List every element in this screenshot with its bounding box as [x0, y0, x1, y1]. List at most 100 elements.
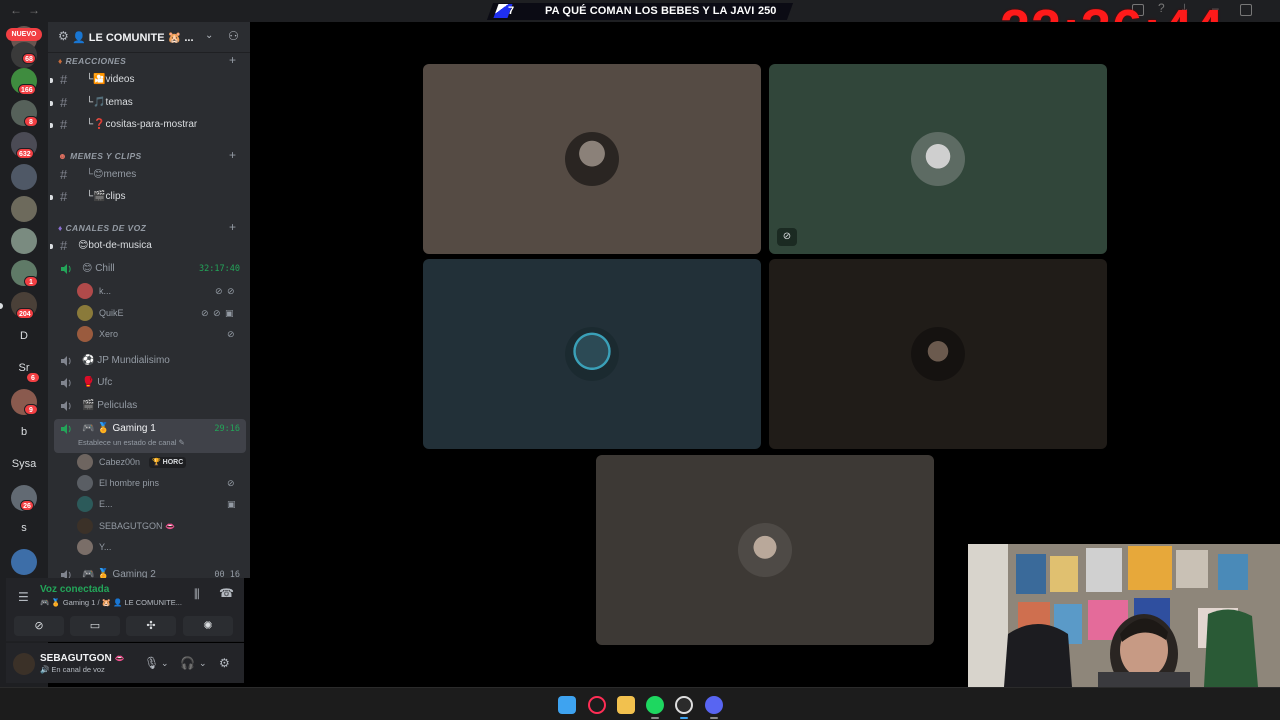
voice-connected-channel[interactable]: 🎮 🏅 Gaming 1 / 🐹 👤 LE COMUNITE...	[40, 598, 182, 607]
disconnect-icon[interactable]: ☎	[219, 586, 234, 600]
server-icon[interactable]	[11, 196, 37, 222]
headphones-icon[interactable]: 🎧	[180, 656, 195, 670]
gear-icon[interactable]: ⚙	[58, 29, 69, 43]
activity-icon: ▣	[227, 499, 236, 509]
voice-timer: 32:17:40	[199, 264, 240, 274]
hash-icon: #	[60, 95, 68, 110]
voice-user[interactable]: SEBAGUTGON 👄	[77, 516, 247, 536]
voice-channel-peliculas[interactable]: 🎬 Peliculas	[54, 396, 246, 416]
voice-channel-chill[interactable]: 😊 Chill 32:17:40	[54, 259, 246, 279]
voice-channel-gaming-2[interactable]: 🎮 🏅 Gaming 2 00 16	[54, 565, 246, 578]
channel-videos[interactable]: # └🎦videos	[50, 70, 246, 90]
participant-avatar	[565, 327, 619, 381]
speaker-icon	[61, 424, 71, 434]
opera-icon[interactable]	[588, 696, 606, 714]
speaker-icon	[61, 356, 71, 366]
deafened-icon: ⊘	[227, 286, 235, 296]
overlay-right-number: 250	[758, 5, 777, 17]
camera-off-icon: ⊘	[34, 620, 44, 632]
chevron-down-icon[interactable]: ⌄	[205, 30, 213, 41]
voice-channel-mundialisimo[interactable]: ⚽ JP Mundialisimo	[54, 351, 246, 371]
microphone-icon[interactable]: 🎙	[144, 656, 159, 670]
avatar	[77, 326, 93, 342]
windows-icon[interactable]	[558, 696, 576, 714]
avatar[interactable]	[13, 653, 35, 675]
activities-button[interactable]: ✣	[126, 616, 176, 636]
server-header[interactable]: ⚙ 👤 LE COMUNITE 🐹 ... ⌄ ⚇	[48, 22, 250, 53]
noise-suppression-icon[interactable]: ⫼	[194, 587, 200, 602]
maximize-icon[interactable]	[1240, 4, 1252, 16]
spotify-icon[interactable]	[646, 696, 664, 714]
mic-muted-icon: ⊘	[227, 478, 235, 488]
soundboard-button[interactable]: ✺	[183, 616, 233, 636]
username: SEBAGUTGON	[40, 653, 112, 664]
add-member-icon[interactable]: ⚇	[228, 29, 239, 43]
server-letter[interactable]: b	[8, 421, 40, 443]
category-reacciones[interactable]: ♦ REACCIONES	[58, 56, 126, 66]
webcam-image	[968, 544, 1280, 687]
participant-avatar	[911, 327, 965, 381]
nuevo-badge: NUEVO	[6, 28, 42, 41]
channel-bot-de-musica[interactable]: # 😊bot-de-musica	[50, 236, 246, 256]
mention-badge: 1	[24, 276, 38, 287]
participant-tile[interactable]	[423, 259, 761, 449]
voice-channel-gaming-1[interactable]: 🎮 🏅 Gaming 1 29:16 Establece un estado d…	[54, 419, 246, 453]
screen-share-button[interactable]: ▭	[70, 616, 120, 636]
hash-icon: #	[60, 189, 68, 204]
server-name: 👤 LE COMUNITE 🐹 ...	[72, 32, 194, 44]
back-arrow-icon[interactable]: ←	[10, 3, 22, 17]
channel-memes[interactable]: # └😊memes	[54, 165, 246, 185]
category-canales-de-voz[interactable]: ♦ CANALES DE VOZ	[58, 223, 146, 233]
server-letter[interactable]: D	[8, 325, 40, 347]
voice-channel-ufc[interactable]: 🥊 Ufc	[54, 373, 246, 393]
speaker-icon	[61, 264, 71, 274]
voice-connected-title[interactable]: Voz conectada	[40, 584, 109, 595]
participant-tile[interactable]	[423, 64, 761, 254]
category-memes-y-clips[interactable]: ☻ MEMES Y CLIPS	[58, 151, 142, 161]
server-icon[interactable]	[11, 228, 37, 254]
mic-muted-icon: ⊘	[201, 308, 209, 318]
add-channel-icon[interactable]: +	[229, 220, 236, 234]
webcam-feed	[968, 544, 1280, 687]
discord-icon[interactable]	[705, 696, 723, 714]
voice-user[interactable]: Xero ⊘	[77, 324, 247, 344]
mic-muted-icon: ⊘	[227, 329, 235, 339]
mention-badge: 204	[16, 308, 34, 319]
server-icon[interactable]	[11, 164, 37, 190]
add-channel-icon[interactable]: +	[229, 53, 236, 67]
lips-icon: 👄	[114, 654, 125, 663]
voice-user[interactable]: Y...	[77, 537, 247, 557]
participant-tile[interactable]	[596, 455, 934, 645]
chevron-down-icon[interactable]: ⌄	[161, 658, 169, 669]
voice-user[interactable]: Cabez00n 🏆 HORC	[77, 452, 247, 472]
speaker-icon	[61, 570, 71, 578]
voice-user[interactable]: QuikE ⊘ ⊘ ▣	[77, 303, 247, 323]
voice-connected-panel: ☰ Voz conectada 🎮 🏅 Gaming 1 / 🐹 👤 LE CO…	[6, 578, 244, 642]
channel-cositas-para-mostrar[interactable]: # └❓cositas-para-mostrar	[50, 115, 246, 135]
server-letter[interactable]: Sysa	[8, 453, 40, 475]
user-panel: SEBAGUTGON 👄 🔊 En canal de voz 🎙 ⌄ 🎧 ⌄ ⚙	[6, 643, 244, 683]
server-icon[interactable]	[11, 549, 37, 575]
folder-icon[interactable]	[617, 696, 635, 714]
server-letter[interactable]: s	[8, 517, 40, 539]
participant-tile[interactable]	[769, 259, 1107, 449]
forward-arrow-icon[interactable]: →	[28, 3, 40, 17]
voice-user[interactable]: E... ▣	[77, 494, 247, 514]
channel-temas[interactable]: # └🎵temas	[50, 93, 246, 113]
overlay-title: PA QUÉ COMAN LOS BEBES Y LA JAVI	[545, 5, 755, 17]
channel-status-prompt[interactable]: Establece un estado de canal ✎	[78, 438, 185, 447]
obs-icon[interactable]	[675, 696, 693, 714]
hash-icon: #	[60, 238, 68, 253]
unread-dot	[50, 244, 53, 249]
voice-user[interactable]: k... ⊘ ⊘	[77, 281, 247, 301]
camera-button[interactable]: ⊘	[14, 616, 64, 636]
chevron-down-icon[interactable]: ⌄	[199, 658, 207, 669]
clan-tag: 🏆 HORC	[149, 457, 187, 468]
signal-icon[interactable]: ☰	[18, 590, 29, 604]
mention-badge: 6	[26, 372, 40, 383]
participant-tile[interactable]: ⊘	[769, 64, 1107, 254]
add-channel-icon[interactable]: +	[229, 148, 236, 162]
settings-gear-icon[interactable]: ⚙	[219, 656, 230, 670]
channel-clips[interactable]: # └🎬clips	[50, 187, 246, 207]
voice-user[interactable]: El hombre pins ⊘	[77, 473, 247, 493]
